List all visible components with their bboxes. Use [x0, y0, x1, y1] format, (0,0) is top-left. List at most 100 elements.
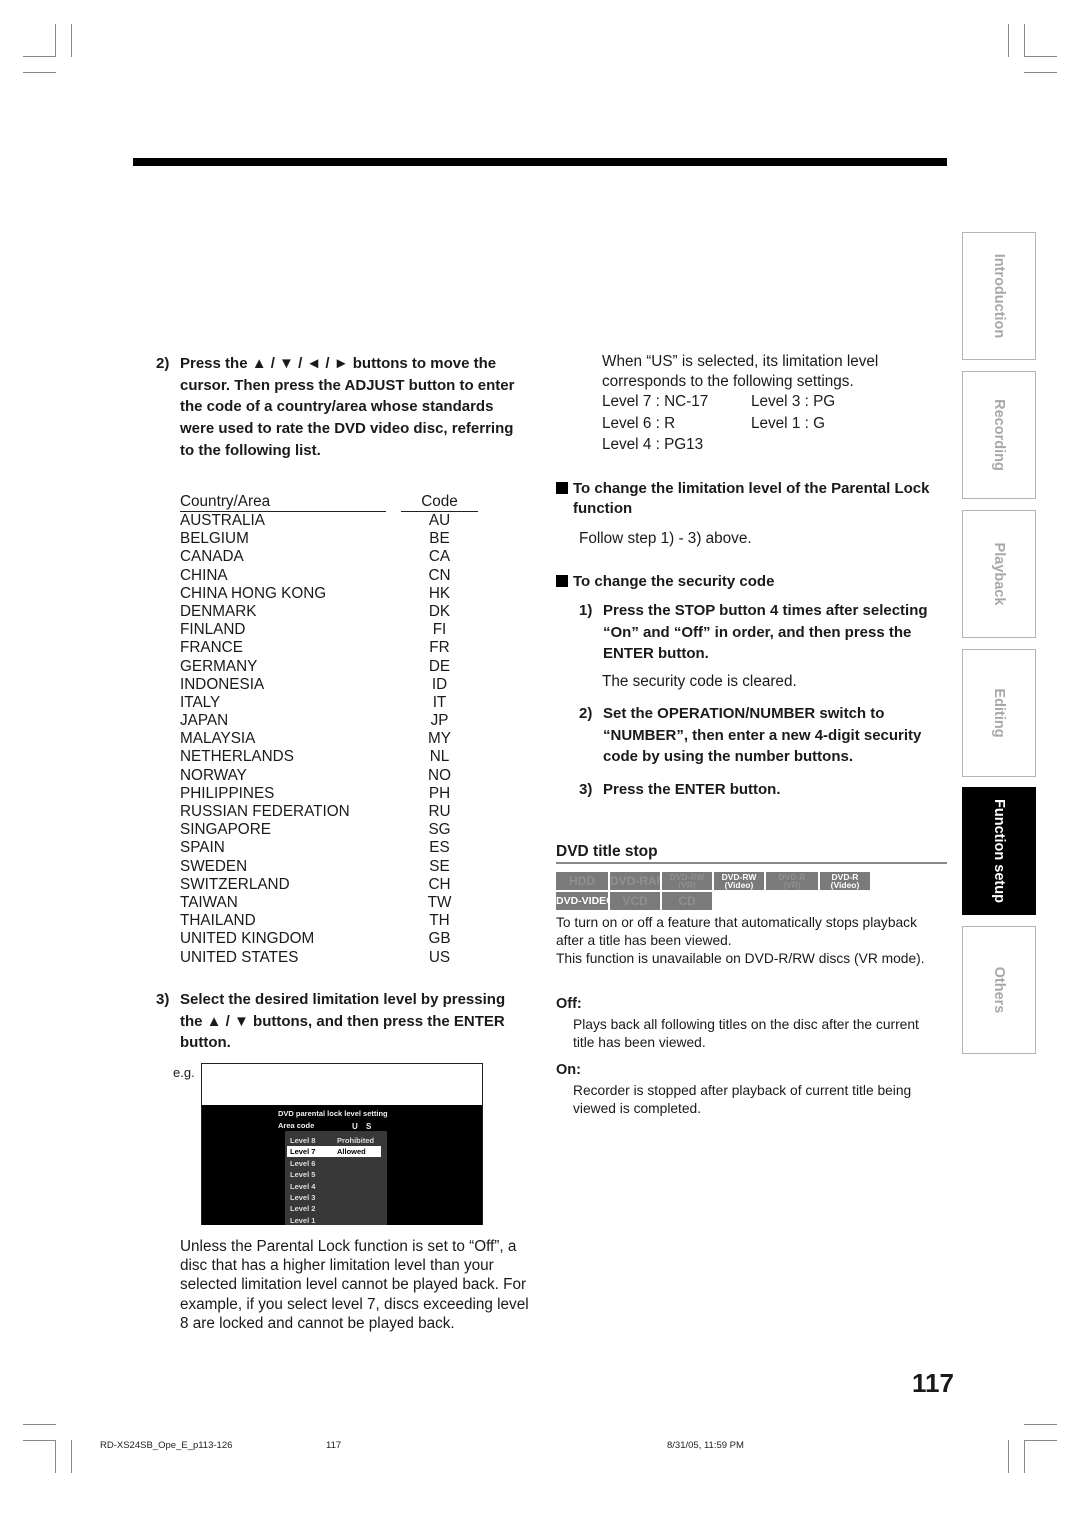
country-name: GERMANY — [180, 657, 258, 675]
country-name: JAPAN — [180, 712, 229, 730]
crop-mark — [1008, 24, 1009, 57]
level-option[interactable]: Level 5 — [287, 1169, 381, 1180]
table-body: AUSTRALIA AU BELGIUM BE CANADA CA CHINA CN CHINA… — [180, 512, 480, 967]
country-name: NORWAY — [180, 766, 247, 784]
badge-label: HDD — [569, 874, 595, 888]
country-name: BELGIUM — [180, 530, 249, 548]
level-name: Level 5 — [290, 1170, 316, 1180]
country-code: DK — [428, 602, 451, 620]
square-bullet-icon — [556, 482, 568, 494]
country-name: FINLAND — [180, 621, 246, 639]
country-code: IT — [432, 693, 447, 711]
tab-recording[interactable]: Recording — [962, 371, 1036, 499]
tab-playback[interactable]: Playback — [962, 510, 1036, 638]
parental-lock-note: Unless the Parental Lock function is set… — [180, 1238, 529, 1332]
country-code: RU — [428, 803, 451, 820]
option-on-text: Recorder is stopped after playback of cu… — [573, 1083, 912, 1116]
table-row: FRANCE FR — [180, 639, 480, 657]
badge-label: DVD-VIDEO — [556, 895, 608, 907]
country-name: UNITED KINGDOM — [180, 930, 315, 948]
change-level-body: Follow step 1) - 3) above. — [579, 530, 752, 547]
country-code: ID — [431, 675, 448, 693]
country-code-table: Country/Area Code AUSTRALIA AU BELGIUM BE CA… — [180, 493, 480, 967]
tab-introduction[interactable]: Introduction — [962, 232, 1036, 360]
table-row: BELGIUM BE — [180, 530, 480, 548]
step-text: Select the desired limitation level by p… — [180, 991, 506, 1052]
osd-area: DVD parental lock level setting Area cod… — [202, 1105, 482, 1225]
country-name: CHINA — [180, 566, 228, 584]
country-code: CN — [428, 566, 451, 584]
tab-label: Function setup — [991, 799, 1007, 903]
country-name: SWITZERLAND — [180, 875, 290, 893]
media-badge: HDD — [556, 872, 608, 890]
media-badge: DVD-VIDEO — [556, 892, 608, 910]
step-number: 3) — [156, 991, 170, 1008]
page-number: 117 — [912, 1368, 954, 1398]
crop-mark — [1024, 1440, 1057, 1441]
country-name: FRANCE — [180, 639, 243, 657]
table-row: AUSTRALIA AU — [180, 512, 480, 530]
table-row: TAIWAN TW — [180, 894, 480, 912]
country-code: GB — [428, 930, 451, 948]
code-step-1-note: The security code is cleared. — [602, 673, 797, 690]
country-code: ES — [429, 839, 450, 857]
section-rule — [556, 862, 947, 864]
country-name: DENMARK — [180, 602, 257, 620]
crop-mark — [1024, 1440, 1025, 1473]
header-rule — [133, 158, 947, 166]
country-name: THAILAND — [180, 912, 256, 930]
tab-others[interactable]: Others — [962, 926, 1036, 1054]
country-code: HK — [428, 584, 451, 602]
media-badge: DVD-RW (Video) — [714, 872, 764, 890]
tab-function-setup[interactable]: Function setup — [962, 787, 1036, 915]
country-code: TW — [427, 893, 452, 911]
country-code: FI — [432, 621, 447, 639]
level-option[interactable]: Level 2 — [287, 1203, 381, 1214]
tab-label: Introduction — [991, 253, 1007, 339]
country-name: SWEDEN — [180, 857, 248, 875]
level-option[interactable]: Level 7 Allowed — [287, 1146, 381, 1158]
country-code: CA — [428, 548, 451, 566]
level-option[interactable]: Level 6 — [287, 1158, 381, 1169]
country-code: JP — [430, 712, 449, 730]
table-row: NETHERLANDS NL — [180, 748, 480, 766]
country-name: TAIWAN — [180, 893, 238, 911]
table-row: UNITED STATES US — [180, 949, 480, 967]
badge-label: CD — [678, 894, 696, 908]
country-name: ITALY — [180, 693, 221, 711]
level-name: Level 3 — [290, 1193, 316, 1202]
crop-mark — [71, 1440, 72, 1473]
us-level-rating: Level 6 : R — [602, 414, 676, 432]
level-option[interactable]: Level 8 Prohibited — [287, 1135, 381, 1146]
osd-area-value: U S — [352, 1122, 375, 1131]
table-row: PHILIPPINES PH — [180, 785, 480, 803]
country-code: SE — [429, 857, 450, 875]
dvd-title-stop-heading: DVD title stop — [556, 843, 658, 860]
table-row: SINGAPORE SG — [180, 821, 480, 839]
level-name: Level 1 — [290, 1215, 316, 1225]
country-code: PH — [428, 784, 451, 802]
level-option[interactable]: Level 4 — [287, 1181, 381, 1192]
footer-file: RD-XS24SB_Ope_E_p113-126 — [100, 1440, 233, 1451]
us-level-rating: Level 3 : PG — [751, 393, 836, 410]
tab-label: Recording — [991, 399, 1007, 471]
table-row: GERMANY DE — [180, 658, 480, 676]
table-row: MALAYSIA MY — [180, 730, 480, 748]
crop-mark — [71, 24, 72, 57]
level-option[interactable]: Level 1 — [287, 1215, 381, 1226]
table-row: THAILAND TH — [180, 912, 480, 930]
header-country: Country/Area — [180, 493, 386, 512]
crop-mark — [23, 1424, 56, 1425]
country-code: NL — [429, 748, 450, 766]
country-name: AUSTRALIA — [180, 512, 266, 529]
country-name: CANADA — [180, 548, 244, 566]
country-name: RUSSIAN FEDERATION — [180, 803, 350, 820]
code-step-2: 2) Set the OPERATION/NUMBER switch to “N… — [579, 705, 922, 766]
tab-editing[interactable]: Editing — [962, 649, 1036, 777]
country-name: MALAYSIA — [180, 730, 256, 748]
osd-area-label: Area code — [278, 1121, 315, 1130]
table-row: SWITZERLAND CH — [180, 876, 480, 894]
level-option[interactable]: Level 3 — [287, 1192, 381, 1203]
table-row: NORWAY NO — [180, 767, 480, 785]
header-code: Code — [401, 493, 478, 512]
